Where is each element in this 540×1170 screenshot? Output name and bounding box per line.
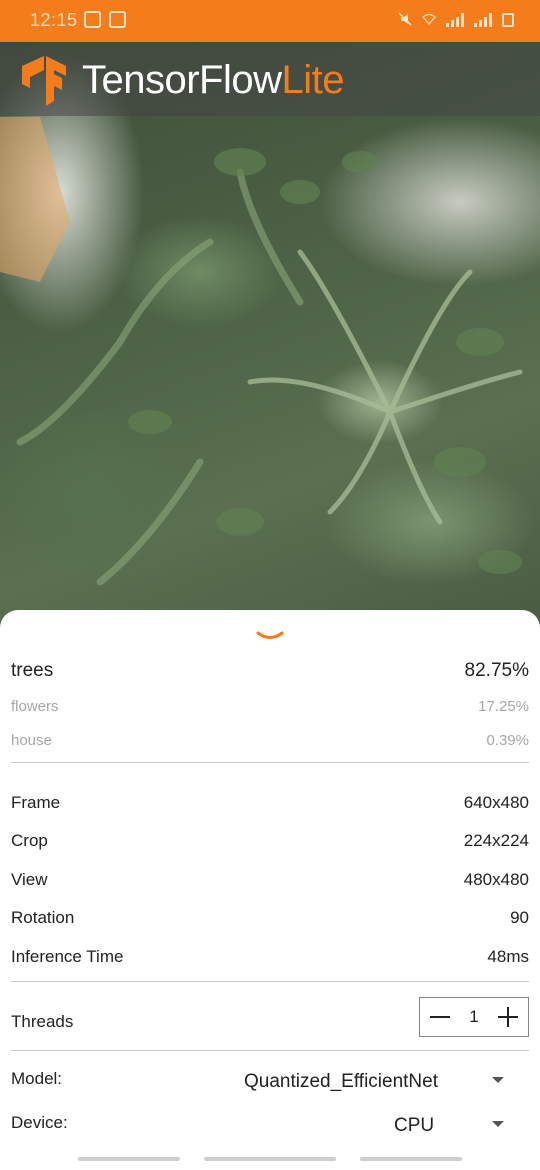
status-time: 12:15: [30, 10, 78, 30]
mail-icon: [84, 11, 101, 28]
threads-row: Threads: [11, 1012, 311, 1032]
signal-icon: [446, 13, 464, 27]
info-row-frame: Frame 640x480: [11, 793, 529, 813]
bottom-sheet: trees 82.75% flowers 17.25% house 0.39% …: [0, 610, 540, 1170]
result-row: house 0.39%: [11, 732, 529, 749]
info-row-view: View 480x480: [11, 870, 529, 890]
info-label: Crop: [11, 831, 48, 850]
model-select[interactable]: Quantized_EfficientNet: [244, 1071, 438, 1093]
plus-icon[interactable]: [498, 1007, 518, 1027]
result-score: 82.75%: [464, 660, 529, 681]
device-select[interactable]: CPU: [394, 1115, 434, 1137]
info-value: 90: [510, 908, 529, 927]
nav-pill[interactable]: [78, 1157, 180, 1161]
mute-icon: [398, 12, 412, 28]
dropdown-caret-icon[interactable]: [492, 1077, 504, 1083]
info-value: 48ms: [487, 947, 529, 966]
threads-label: Threads: [11, 1012, 74, 1031]
camera-preview: [0, 42, 540, 632]
divider: [11, 1050, 529, 1051]
divider: [11, 981, 529, 982]
result-score: 17.25%: [478, 698, 529, 715]
brand-accent: Lite: [281, 58, 345, 102]
info-value: 224x224: [463, 831, 529, 850]
result-label: flowers: [11, 698, 59, 715]
chevron-down-icon[interactable]: [256, 630, 284, 644]
dropdown-caret-icon[interactable]: [492, 1121, 504, 1127]
result-row: trees 82.75%: [11, 660, 529, 682]
info-label: Inference Time: [11, 947, 124, 966]
image-icon: [109, 11, 126, 28]
threads-value: 1: [469, 1007, 479, 1026]
brand-primary: TensorFlow: [82, 58, 282, 102]
info-row-rotation: Rotation 90: [11, 908, 529, 928]
nav-pill[interactable]: [204, 1157, 336, 1161]
result-label: trees: [11, 660, 54, 681]
wifi-icon: [422, 13, 436, 27]
info-row-inference-time: Inference Time 48ms: [11, 947, 529, 967]
divider: [11, 762, 529, 763]
info-value: 640x480: [463, 793, 529, 812]
brand-title: TensorFlowLite: [82, 58, 345, 103]
result-score: 0.39%: [486, 732, 529, 749]
threads-stepper[interactable]: 1: [419, 997, 529, 1037]
nav-bar: [0, 1150, 540, 1170]
minus-icon[interactable]: [430, 1007, 450, 1027]
signal-icon: [474, 13, 492, 27]
battery-icon: [502, 13, 514, 27]
model-label: Model:: [11, 1069, 63, 1088]
info-value: 480x480: [463, 870, 529, 889]
info-label: Frame: [11, 793, 61, 812]
nav-pill[interactable]: [360, 1157, 462, 1161]
result-label: house: [11, 732, 52, 749]
info-label: Rotation: [11, 908, 75, 927]
result-row: flowers 17.25%: [11, 698, 529, 715]
tensorflow-logo-icon: [22, 56, 66, 106]
device-label: Device:: [11, 1113, 68, 1132]
info-label: View: [11, 870, 48, 889]
info-row-crop: Crop 224x224: [11, 831, 529, 851]
status-bar: 12:15: [0, 0, 540, 42]
